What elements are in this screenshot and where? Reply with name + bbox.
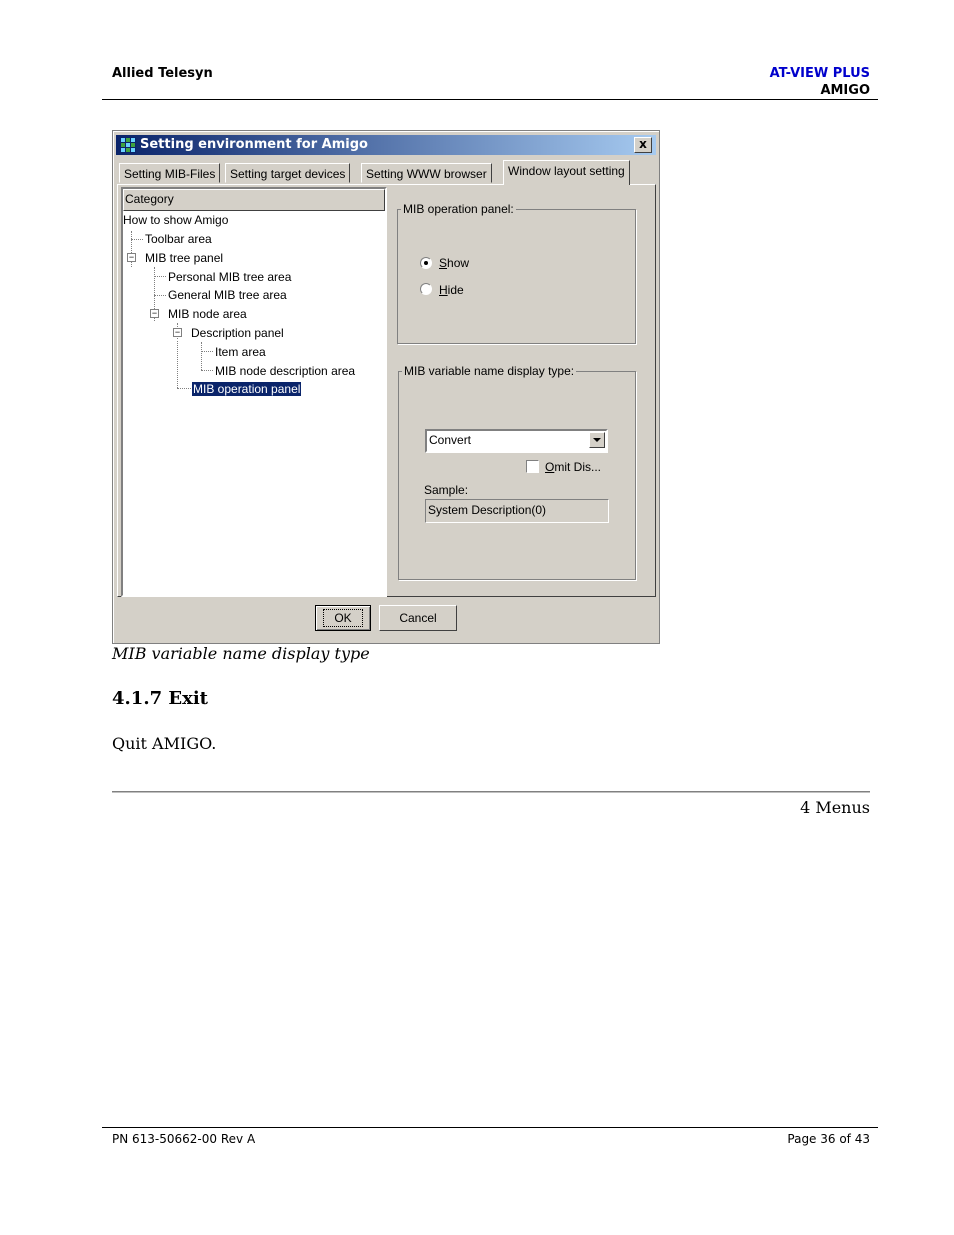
display-type-combo[interactable]: Convert [425, 429, 608, 453]
footer-part-number: PN 613-50662-00 Rev A [112, 1132, 256, 1146]
tab-panel: Category − − − How to show Amigo Toolbar… [117, 184, 656, 597]
footer-rule [102, 1127, 878, 1128]
tree-node-item-area[interactable]: Item area [215, 345, 266, 359]
tree-connector [177, 341, 178, 388]
show-radio-label[interactable]: Show [439, 256, 469, 270]
hide-radio[interactable] [420, 283, 432, 295]
tree-node-personal-mib-tree-area[interactable]: Personal MIB tree area [168, 270, 291, 284]
chevron-down-icon[interactable] [589, 432, 605, 448]
tab-window-layout-setting[interactable]: Window layout setting [503, 160, 630, 185]
tree-connector [201, 351, 213, 352]
footer-page-number: Page 36 of 43 [787, 1132, 870, 1146]
tree-node-description-panel[interactable]: Description panel [191, 326, 284, 340]
tree-connector [201, 342, 202, 370]
tree-connector [154, 276, 166, 277]
omit-display-checkbox[interactable] [526, 460, 539, 473]
tree-connector [201, 370, 213, 371]
hide-radio-label[interactable]: Hide [439, 283, 464, 297]
sample-value-field: System Description(0) [425, 499, 609, 523]
tree-connector [131, 239, 143, 240]
tree-column-header[interactable]: Category [123, 189, 385, 211]
chapter-rule [112, 791, 870, 793]
body-paragraph: Quit AMIGO. [112, 734, 217, 753]
tree-connector [177, 388, 191, 389]
tree-node-mib-node-area[interactable]: MIB node area [168, 307, 247, 321]
header-rule [102, 99, 878, 100]
section-heading: 4.1.7 Exit [112, 688, 208, 709]
header-product: AT-VIEW PLUS [769, 66, 870, 81]
show-radio[interactable] [420, 257, 432, 269]
ok-button-label: OK [323, 609, 363, 627]
close-icon[interactable]: x [634, 137, 652, 153]
settings-dialog: Setting environment for Amigo x Setting … [112, 130, 660, 644]
tab-setting-www-browser[interactable]: Setting WWW browser [361, 163, 492, 183]
tree-node-how-to-show-amigo[interactable]: How to show Amigo [123, 213, 228, 227]
tab-setting-target-devices[interactable]: Setting target devices [225, 163, 351, 183]
dialog-title: Setting environment for Amigo [140, 137, 368, 152]
collapse-icon[interactable]: − [150, 309, 159, 318]
omit-display-label[interactable]: Omit Dis... [545, 460, 601, 474]
sample-label: Sample: [424, 483, 469, 497]
display-type-combo-value: Convert [429, 433, 472, 447]
group-label-operation: MIB operation panel: [401, 202, 516, 216]
header-module: AMIGO [820, 83, 870, 98]
app-grid-icon [120, 137, 136, 153]
tree-node-general-mib-tree-area[interactable]: General MIB tree area [168, 288, 287, 302]
tree-node-toolbar-area[interactable]: Toolbar area [145, 232, 212, 246]
tree-node-mib-node-description-area[interactable]: MIB node description area [215, 364, 355, 378]
header-company: Allied Telesyn [112, 66, 213, 81]
mib-operation-panel-group: MIB operation panel: Show Hide [397, 202, 636, 344]
collapse-icon[interactable]: − [173, 328, 182, 337]
cancel-button[interactable]: Cancel [379, 605, 457, 631]
tree-connector [154, 295, 166, 296]
chapter-label: 4 Menus [800, 798, 870, 817]
tree-node-mib-operation-panel[interactable]: MIB operation panel [192, 382, 302, 396]
collapse-icon[interactable]: − [127, 253, 136, 262]
tree-node-mib-tree-panel[interactable]: MIB tree panel [145, 251, 223, 265]
group-label-display-type: MIB variable name display type: [402, 364, 577, 378]
tab-setting-mib-files[interactable]: Setting MIB-Files [119, 163, 221, 183]
dialog-titlebar[interactable]: Setting environment for Amigo x [116, 135, 656, 155]
category-tree[interactable]: Category − − − How to show Amigo Toolbar… [121, 187, 387, 597]
figure-caption: MIB variable name display type [112, 644, 370, 663]
ok-button[interactable]: OK [315, 605, 371, 631]
name-display-type-group: MIB variable name display type: Convert … [398, 364, 636, 580]
